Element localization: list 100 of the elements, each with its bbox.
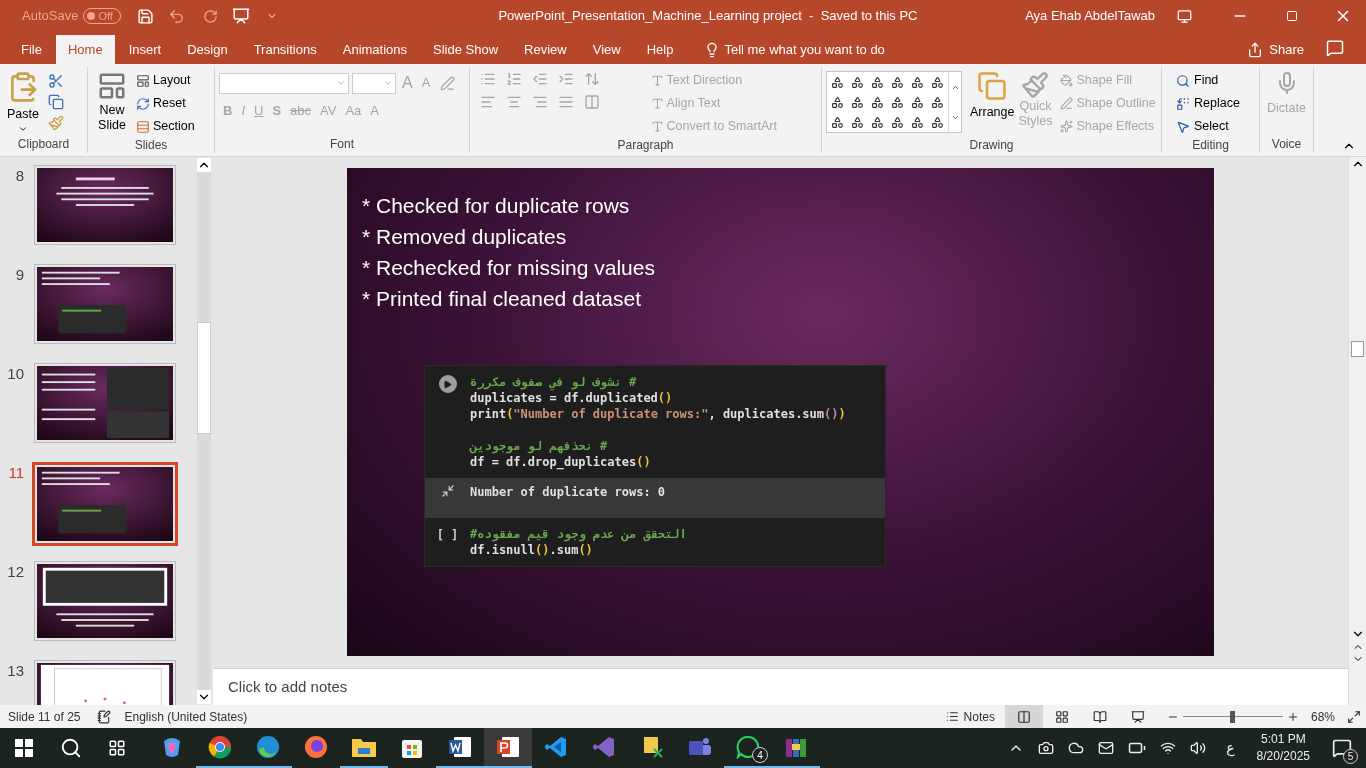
editing-command[interactable]: Find (1176, 71, 1240, 90)
arrange-button[interactable]: Arrange (970, 71, 1015, 136)
shape-icon[interactable] (910, 115, 924, 129)
ribbon-display-icon[interactable] (1177, 8, 1192, 24)
new-slide-button[interactable]: New Slide (92, 71, 132, 136)
editing-command[interactable]: Select (1176, 117, 1240, 136)
bullet-text: * Printed final cleaned dataset (362, 286, 642, 312)
bullet-text: * Rechecked for missing values (362, 255, 655, 281)
group-label: Voice (1271, 136, 1302, 153)
undo-icon[interactable] (168, 7, 186, 25)
shape-icon[interactable] (930, 75, 944, 89)
volume-icon[interactable] (1190, 740, 1207, 756)
wifi-icon[interactable] (1160, 740, 1177, 756)
shape-icon[interactable] (910, 75, 924, 89)
shape-icon[interactable] (870, 75, 884, 89)
shape-icon[interactable] (870, 115, 884, 129)
ribbon-tab[interactable]: Help (634, 35, 686, 64)
ribbon-tab[interactable]: View (580, 35, 633, 64)
editing-command[interactable]: Replace (1176, 94, 1240, 113)
zoom-slider[interactable] (1182, 710, 1283, 723)
ribbon-tab[interactable]: Animations (330, 35, 420, 64)
paste-button[interactable]: Paste (4, 71, 42, 135)
shape-icon[interactable] (850, 75, 864, 89)
ribbon-tab[interactable]: Home (55, 35, 115, 64)
notes-placeholder[interactable]: Click to add notes (228, 675, 348, 699)
shape-icon[interactable] (830, 75, 844, 89)
group-label: Font (330, 136, 354, 153)
redo-icon[interactable] (203, 8, 219, 24)
shape-icon[interactable] (830, 95, 844, 109)
run-cell-icon[interactable] (438, 375, 457, 393)
restore-icon[interactable] (1286, 10, 1298, 22)
zoom-in-icon[interactable] (1286, 710, 1299, 723)
slides-command[interactable]: Layout (136, 71, 195, 90)
slides-command[interactable]: Reset (136, 94, 195, 113)
format-icon (1060, 74, 1074, 87)
shape-icon[interactable] (870, 95, 884, 109)
ribbon-tab[interactable]: Transitions (241, 35, 329, 64)
format-icon (1060, 120, 1074, 133)
ribbon-tab[interactable]: File (9, 35, 54, 64)
cloud-icon[interactable] (1068, 740, 1085, 756)
arrange-icon (977, 71, 1008, 101)
presenter-icon[interactable] (232, 7, 251, 25)
ribbon-tab[interactable]: Design (175, 35, 240, 64)
layout-icon (136, 73, 150, 88)
copy-icon[interactable] (48, 94, 64, 110)
slide-layout-icon (97, 71, 127, 101)
user-name: Aya Ehab AbdelTawab (1025, 7, 1155, 26)
spelling-icon[interactable] (96, 709, 111, 724)
scroll-up-icon[interactable] (197, 158, 211, 172)
clock[interactable]: 5:01 PM 8/20/2025 (1256, 731, 1310, 765)
tell-me-search[interactable]: Tell me what you want to do (704, 35, 885, 64)
zoom-level[interactable]: 68% (1310, 707, 1335, 726)
taskbar-app[interactable]: 4 (724, 728, 772, 768)
ribbon-tab[interactable]: Slide Show (421, 35, 511, 64)
input-language[interactable]: ع (1226, 737, 1235, 759)
taskbar-app[interactable] (484, 728, 532, 768)
save-icon[interactable] (137, 7, 155, 25)
tray-app-icon[interactable] (1098, 740, 1115, 756)
shape-icon[interactable] (930, 95, 944, 109)
cell-output: Number of duplicate rows: 0 (470, 484, 666, 500)
ribbon-tab[interactable]: Review (512, 35, 579, 64)
shape-icon[interactable] (830, 115, 844, 129)
code-line: df.isnull().sum() (470, 542, 593, 558)
play-icon (443, 379, 452, 389)
shape-icon[interactable] (850, 115, 864, 129)
brush-icon (1021, 71, 1050, 99)
scrollbar-thumb[interactable] (197, 322, 211, 434)
cut-icon[interactable] (48, 73, 64, 89)
shape-icon[interactable] (850, 95, 864, 109)
code-comment: # نحذفهم لو موجودين (470, 438, 608, 454)
shape-icon[interactable] (890, 75, 904, 89)
code-line: duplicates = df.duplicated() (470, 391, 673, 406)
shape-gallery[interactable] (826, 71, 962, 133)
shape-icon[interactable] (890, 95, 904, 109)
slide-number: 11 (7, 463, 24, 483)
output-toggle-icon[interactable] (440, 484, 455, 498)
notes-button[interactable]: Notes (935, 705, 1005, 728)
shape-icon[interactable] (890, 115, 904, 129)
share-button[interactable]: Share (1247, 35, 1304, 64)
slide-count: Slide 11 of 25 (8, 708, 81, 726)
section-icon (136, 119, 150, 134)
app-icon (448, 735, 472, 759)
search-icon[interactable] (60, 737, 82, 759)
comments-icon[interactable] (1326, 39, 1344, 57)
scroll-down-icon[interactable] (197, 690, 211, 704)
camera-icon[interactable] (1038, 740, 1055, 756)
view-button[interactable] (1004, 705, 1043, 728)
folder-icon (351, 736, 377, 758)
slides-command[interactable]: Section (136, 117, 195, 136)
shape-icon[interactable] (910, 95, 924, 109)
shape-icon[interactable] (930, 115, 944, 129)
format-icon (1060, 97, 1074, 110)
language-status[interactable]: English (United States) (124, 707, 248, 726)
command-icon (1176, 73, 1190, 88)
group-label: Drawing (969, 137, 1014, 154)
fit-slide-icon[interactable] (1347, 709, 1361, 724)
scrollbar-thumb[interactable] (1351, 341, 1364, 357)
ribbon-tab[interactable]: Insert (116, 35, 174, 64)
task-view-icon[interactable] (108, 739, 126, 757)
app-icon (496, 735, 520, 759)
